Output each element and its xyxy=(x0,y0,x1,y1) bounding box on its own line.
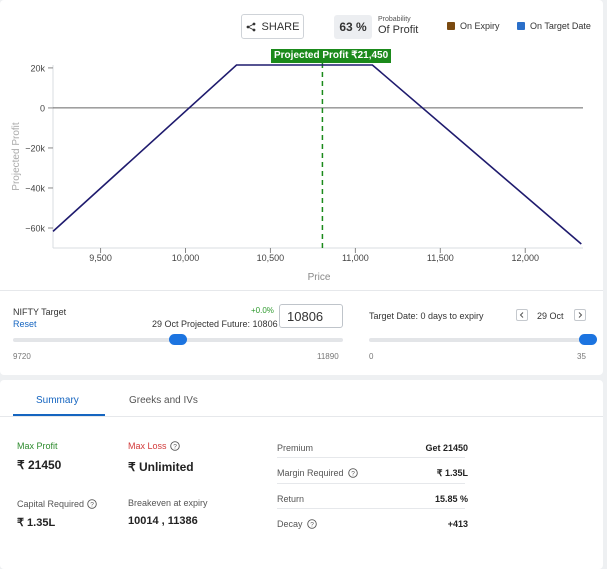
next-date-button[interactable] xyxy=(574,309,586,321)
decay-value: +413 xyxy=(447,519,468,529)
chevron-left-icon xyxy=(519,312,524,318)
x-tick-label: 10,500 xyxy=(257,253,285,263)
x-axis-label: Price xyxy=(308,272,331,283)
price-slider-max: 11890 xyxy=(317,352,339,361)
x-tick-label: 12,000 xyxy=(511,253,539,263)
max-loss-label: Max Loss ? xyxy=(128,441,180,451)
date-slider-max: 35 xyxy=(577,352,586,361)
y-tick-label: 20k xyxy=(30,63,45,73)
tab-summary[interactable]: Summary xyxy=(36,395,79,406)
legend-label: On Target Date xyxy=(530,21,591,31)
divider xyxy=(0,290,603,291)
decay-label: Decay ? xyxy=(277,519,317,529)
nifty-target-title: NIFTY Target xyxy=(13,307,67,317)
row-divider xyxy=(277,457,465,458)
price-slider-min: 9720 xyxy=(13,352,31,361)
y-tick-label: −60k xyxy=(25,223,45,233)
info-icon[interactable]: ? xyxy=(87,499,97,509)
y-axis-label: Projected Profit xyxy=(11,122,22,191)
info-icon[interactable]: ? xyxy=(169,441,180,451)
reset-link[interactable]: Reset xyxy=(13,319,37,329)
legend-on-target-date: On Target Date xyxy=(517,21,591,31)
svg-text:?: ? xyxy=(90,501,94,508)
target-price-input[interactable] xyxy=(279,304,343,328)
y-tick-label: −40k xyxy=(25,183,45,193)
max-profit-label: Max Profit xyxy=(17,441,58,451)
chevron-right-icon xyxy=(578,312,583,318)
tabs-divider xyxy=(0,416,603,417)
premium-label: Premium xyxy=(277,443,314,453)
probability-label: Of Profit xyxy=(378,24,419,36)
share-icon xyxy=(246,22,255,31)
margin-required-value: ₹ 1.35L xyxy=(436,468,468,478)
prev-date-button[interactable] xyxy=(516,309,528,321)
row-divider xyxy=(277,508,465,509)
max-loss-value: ₹ Unlimited xyxy=(128,460,194,474)
date-slider-min: 0 xyxy=(369,352,374,361)
legend-label: On Expiry xyxy=(460,21,500,31)
legend-swatch-expiry xyxy=(447,22,455,30)
svg-text:?: ? xyxy=(310,521,314,528)
return-value: 15.85 % xyxy=(434,494,468,504)
target-date-value: 29 Oct xyxy=(537,311,564,321)
return-label: Return xyxy=(277,494,305,504)
breakeven-label: Breakeven at expiry xyxy=(128,498,208,508)
percent-change: +0.0% xyxy=(251,306,274,315)
max-profit-value: ₹ 21450 xyxy=(17,458,62,472)
legend-on-expiry: On Expiry xyxy=(447,21,500,31)
x-tick-label: 11,000 xyxy=(342,253,369,263)
legend-swatch-target xyxy=(517,22,525,30)
share-button[interactable]: SHARE xyxy=(241,14,304,39)
margin-required-label: Margin Required ? xyxy=(277,468,358,478)
x-tick-label: 11,500 xyxy=(427,253,454,263)
x-tick-label: 9,500 xyxy=(89,253,112,263)
x-tick-label: 10,000 xyxy=(172,253,200,263)
y-tick-label: 0 xyxy=(40,103,45,113)
premium-value: Get 21450 xyxy=(425,443,468,453)
target-date-label: Target Date: 0 days to expiry xyxy=(369,311,484,321)
svg-text:?: ? xyxy=(173,443,177,450)
capital-required-value: ₹ 1.35L xyxy=(17,517,56,529)
payoff-line xyxy=(52,64,582,245)
info-icon[interactable]: ? xyxy=(347,468,358,478)
date-slider-thumb[interactable] xyxy=(579,334,597,345)
y-tick-label: −20k xyxy=(25,143,45,153)
projected-future: 29 Oct Projected Future: 10806 xyxy=(152,319,278,329)
capital-required-label: Capital Required ? xyxy=(17,499,97,509)
projected-profit-label: Projected Profit ₹21,450 xyxy=(271,49,392,63)
tab-greeks-ivs[interactable]: Greeks and IVs xyxy=(129,395,198,406)
svg-text:?: ? xyxy=(351,470,355,477)
price-slider-thumb[interactable] xyxy=(169,334,187,345)
payoff-chart[interactable]: 20k 0 −20k −40k −60k 9,500 10,000 10,500 11,000 1… xyxy=(0,44,603,288)
breakeven-value: 10014 , 11386 xyxy=(128,515,198,527)
info-icon[interactable]: ? xyxy=(306,519,317,529)
share-label: SHARE xyxy=(261,20,300,33)
probability-caption: Probability xyxy=(378,16,411,23)
date-slider-track[interactable] xyxy=(369,338,588,342)
row-divider xyxy=(277,483,465,484)
probability-value: 63 % xyxy=(334,15,372,39)
